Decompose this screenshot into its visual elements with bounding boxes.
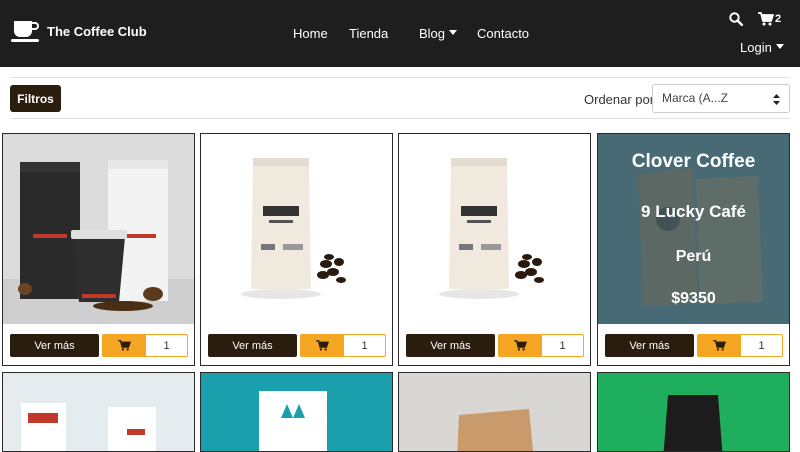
cart-icon [712,340,726,351]
filter-sort-bar: Filtros Ordenar por Marca (A...Z [10,77,790,119]
product-hover-overlay: Clover Coffee 9 Lucky Café Perú $9350 [598,134,789,324]
nav-contact-link[interactable]: Contacto [477,26,529,41]
product-actions: Ver más 1 [208,334,386,357]
cart-icon [513,340,527,351]
product-card[interactable] [597,372,790,452]
product-image[interactable]: Clover Coffee 9 Lucky Café Perú $9350 [598,134,789,324]
product-price: $9350 [671,290,716,307]
product-image[interactable] [3,134,194,324]
coffee-bag-image [201,134,392,324]
product-card[interactable] [398,372,591,452]
view-more-button[interactable]: Ver más [605,334,694,357]
search-icon[interactable] [729,12,743,26]
add-to-cart-button[interactable] [300,334,344,357]
sort-selected-value: Marca (A...Z [662,91,729,105]
chevron-down-icon [449,30,458,35]
filters-button[interactable]: Filtros [10,85,61,112]
quantity-input[interactable]: 1 [146,334,188,357]
coffee-pouch-image [3,373,194,451]
main-nav: Home Tienda Blog Contacto [0,26,800,44]
cart-count-badge: 2 [775,13,782,25]
cart-icon[interactable] [758,12,774,26]
product-actions: Ver más 1 [406,334,584,357]
quantity-input[interactable]: 1 [741,334,783,357]
product-card[interactable] [2,372,195,452]
coffee-package-image [3,134,194,324]
quantity-input[interactable]: 1 [542,334,584,357]
product-card: Ver más 1 [2,133,195,366]
add-to-cart-button[interactable] [102,334,146,357]
product-image[interactable] [201,134,392,324]
navbar: The Coffee Club Home Tienda Blog Contact… [0,0,800,67]
nav-store-link[interactable]: Tienda [349,26,388,41]
product-actions: Ver más 1 [605,334,783,357]
nav-blog-label: Blog [419,26,446,41]
coffee-pouch-image [399,373,590,451]
view-more-button[interactable]: Ver más [406,334,495,357]
product-origin: Perú [675,248,712,265]
product-image[interactable] [399,134,590,324]
product-grid: Ver más 1 Ver más 1 Ver más 1 Clover Cof… [0,133,800,452]
product-card: Ver más 1 [398,133,591,366]
product-card[interactable] [200,372,393,452]
sort-label: Ordenar por [584,92,655,107]
view-more-button[interactable]: Ver más [10,334,99,357]
product-actions: Ver más 1 [10,334,188,357]
product-card: Clover Coffee 9 Lucky Café Perú $9350 Ve… [597,133,790,366]
add-to-cart-button[interactable] [697,334,741,357]
nav-home-link[interactable]: Home [293,26,328,41]
login-dropdown[interactable]: Login [740,40,784,55]
select-arrows-icon [773,94,780,105]
product-name: Clover Coffee [631,151,756,172]
product-brand: 9 Lucky Café [641,202,746,221]
quantity-input[interactable]: 1 [344,334,386,357]
coffee-bag-image [399,134,590,324]
cart-icon [315,340,329,351]
view-more-button[interactable]: Ver más [208,334,297,357]
add-to-cart-button[interactable] [498,334,542,357]
nav-blog-dropdown[interactable]: Blog [419,26,458,41]
login-label: Login [740,40,772,55]
coffee-pouch-image [201,373,392,451]
sort-select[interactable]: Marca (A...Z [652,84,790,113]
coffee-bag-image [598,373,789,451]
cart-icon [117,340,131,351]
product-card: Ver más 1 [200,133,393,366]
chevron-down-icon [775,44,784,49]
